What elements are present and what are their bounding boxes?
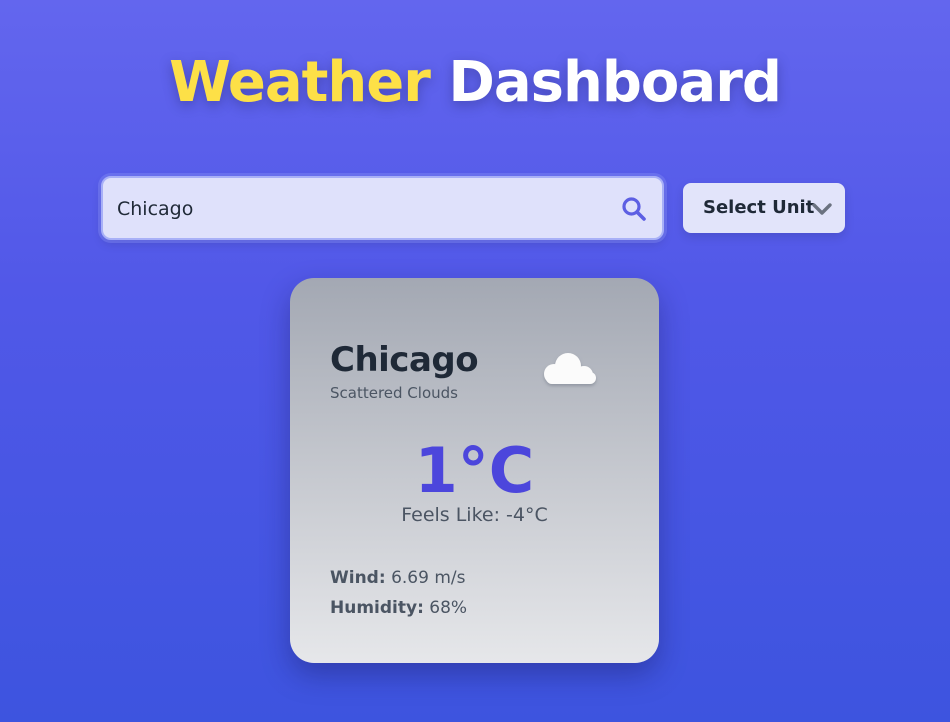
wind-detail: Wind: 6.69 m/s <box>330 568 465 588</box>
weather-description: Scattered Clouds <box>330 384 458 402</box>
city-name: Chicago <box>330 340 479 380</box>
feels-like: Feels Like: -4°C <box>401 504 548 526</box>
search-input[interactable] <box>117 192 597 226</box>
wind-value: 6.69 m/s <box>391 568 466 588</box>
unit-select[interactable]: Select Unit <box>683 183 845 233</box>
unit-select-label: Select Unit <box>703 197 815 218</box>
wind-label: Wind: <box>330 568 386 588</box>
page-title-rest: Dashboard <box>448 50 782 115</box>
search-icon[interactable] <box>620 195 648 223</box>
page-title-accent: Weather <box>169 50 431 115</box>
search-box <box>101 176 664 240</box>
weather-card: Chicago Scattered Clouds 1°C Feels Like:… <box>290 278 659 663</box>
temperature: 1°C <box>414 434 535 507</box>
chevron-down-icon <box>811 198 833 220</box>
page-title: Weather Dashboard <box>0 50 950 116</box>
humidity-label: Humidity: <box>330 598 424 618</box>
cloud-icon <box>538 348 602 392</box>
humidity-detail: Humidity: 68% <box>330 598 467 618</box>
humidity-value: 68% <box>429 598 468 618</box>
